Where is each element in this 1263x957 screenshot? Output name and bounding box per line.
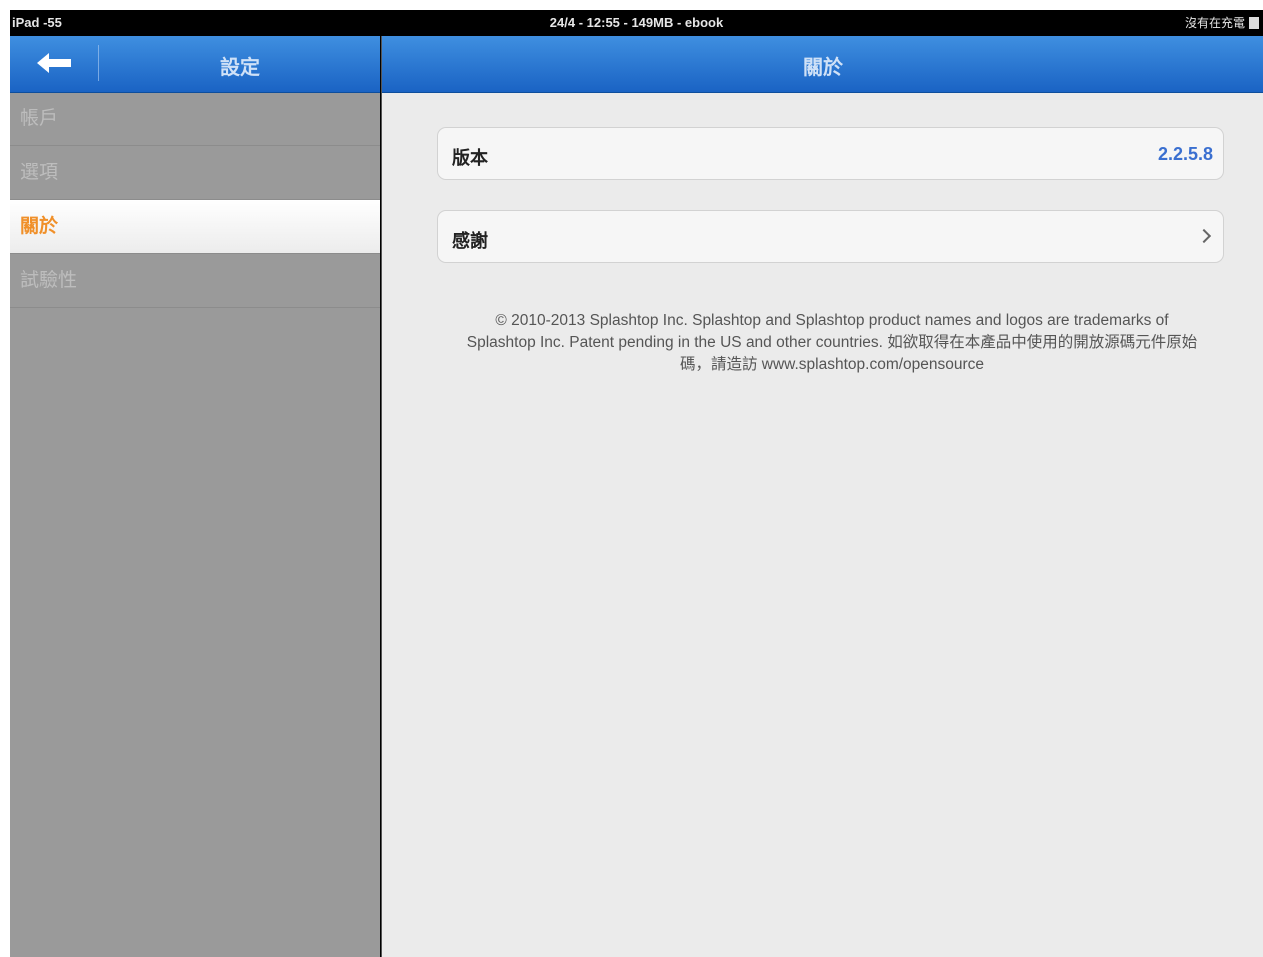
sidebar-item-account[interactable]: 帳戶	[10, 92, 380, 146]
sidebar-item-about[interactable]: 關於	[10, 200, 380, 254]
back-button[interactable]	[24, 48, 84, 78]
sidebar-nav-bar: 設定	[10, 36, 380, 93]
battery-icon	[1249, 16, 1259, 29]
copyright-text: © 2010-2013 Splashtop Inc. Splashtop and…	[466, 312, 1198, 373]
detail-nav-bar: 關於	[382, 36, 1263, 93]
chevron-right-icon	[1196, 228, 1212, 244]
page-title: 關於	[803, 57, 843, 79]
charging-status: 沒有在充電	[1185, 14, 1259, 31]
charging-text: 沒有在充電	[1184, 16, 1245, 30]
sidebar-title: 設定	[220, 57, 260, 79]
thanks-label: 感謝	[452, 231, 488, 251]
status-bar: iPad -55 24/4 - 12:55 - 149MB - ebook 沒有…	[10, 10, 1263, 36]
settings-menu: 帳戶 選項 關於 試驗性	[10, 92, 380, 308]
version-label: 版本	[452, 148, 488, 168]
thanks-row[interactable]: 感謝	[437, 210, 1224, 263]
status-center-text: 24/4 - 12:55 - 149MB - ebook	[549, 15, 724, 30]
ipad-screen: iPad -55 24/4 - 12:55 - 149MB - ebook 沒有…	[10, 10, 1263, 957]
version-row: 版本 2.2.5.8	[437, 127, 1224, 180]
settings-sidebar: 設定 帳戶 選項 關於 試驗性	[10, 36, 380, 957]
nav-divider	[98, 45, 99, 81]
sidebar-item-options[interactable]: 選項	[10, 146, 380, 200]
back-arrow-icon	[37, 53, 71, 73]
sidebar-item-experimental[interactable]: 試驗性	[10, 254, 380, 308]
about-panel: 關於 版本 2.2.5.8 感謝 © 2010-2013 Splashtop I…	[381, 36, 1263, 957]
version-value: 2.2.5.8	[1157, 144, 1213, 164]
